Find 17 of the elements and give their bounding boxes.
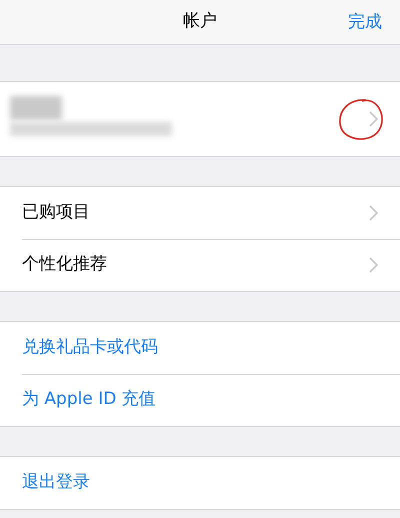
chevron-icon bbox=[369, 111, 378, 127]
row-label: 为 Apple ID 充值 bbox=[22, 388, 156, 412]
row-label: 已购项目 bbox=[22, 201, 90, 224]
list-row[interactable]: 兑换礼品卡或代码 bbox=[0, 322, 400, 374]
account-row[interactable] bbox=[0, 81, 400, 157]
list-row[interactable]: 个性化推荐 bbox=[0, 239, 400, 291]
chevron-icon bbox=[369, 205, 378, 221]
list-row[interactable]: 为 Apple ID 充值 bbox=[0, 374, 400, 426]
row-label: 兑换礼品卡或代码 bbox=[22, 336, 158, 360]
done-button[interactable]: 完成 bbox=[348, 10, 382, 36]
list-row[interactable]: 已购项目 bbox=[0, 187, 400, 239]
row-label: 退出登录 bbox=[22, 471, 90, 494]
row-label: 个性化推荐 bbox=[22, 253, 107, 276]
window-title: 帐户 bbox=[183, 10, 217, 34]
redacted-text bbox=[10, 96, 62, 120]
chevron-icon bbox=[369, 257, 378, 273]
list-row[interactable]: 退出登录 bbox=[0, 457, 400, 509]
